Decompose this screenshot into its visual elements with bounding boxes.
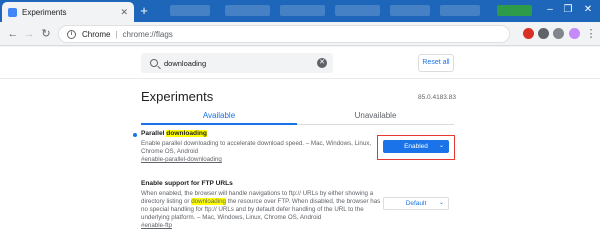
search-highlight: downloading: [166, 130, 207, 137]
tab-available[interactable]: Available: [141, 107, 297, 125]
maximize-button[interactable]: ❐: [560, 3, 576, 17]
select-value: Enabled: [404, 143, 428, 150]
background-tab[interactable]: [497, 5, 532, 16]
experiments-favicon-icon: [8, 7, 17, 17]
chevron-down-icon: ⌄: [438, 200, 444, 206]
url-separator: |: [115, 29, 118, 39]
site-info-icon[interactable]: i: [67, 29, 76, 39]
search-value: downloading: [164, 58, 207, 68]
search-flags-input[interactable]: downloading ✕: [141, 53, 333, 73]
tab-experiments[interactable]: Experiments ✕: [2, 2, 134, 22]
menu-kebab-icon[interactable]: ⋮: [584, 27, 598, 41]
address-bar[interactable]: i Chrome | chrome://flags: [58, 25, 510, 43]
enable-ftp-select[interactable]: Default ⌄: [383, 197, 449, 210]
minimize-button[interactable]: –: [542, 3, 558, 17]
forward-button[interactable]: →: [22, 27, 36, 41]
reset-all-button[interactable]: Reset all: [418, 54, 454, 72]
background-tab[interactable]: [440, 5, 480, 16]
experiment-description: When enabled, the browser will handle na…: [141, 190, 381, 221]
experiment-name: Enable support for FTP URLs: [141, 180, 233, 187]
profile-avatar-icon[interactable]: [569, 28, 580, 39]
extension-icon[interactable]: [538, 28, 549, 39]
back-button[interactable]: ←: [6, 27, 20, 41]
tab-title: Experiments: [22, 7, 67, 17]
flags-page: downloading ✕ Reset all Experiments 85.0…: [0, 47, 600, 249]
background-tab[interactable]: [390, 5, 430, 16]
experiment-enable-ftp: Enable support for FTP URLs When enabled…: [141, 180, 381, 230]
experiment-permalink[interactable]: #enable-ftp: [141, 222, 381, 230]
tab-strip: Experiments ✕ + – ❐ ✕: [0, 0, 600, 22]
site-label: Chrome: [82, 29, 111, 39]
search-header: downloading ✕ Reset all: [0, 47, 600, 79]
experiment-description: Enable parallel downloading to accelerat…: [141, 140, 372, 155]
modified-indicator: [133, 133, 137, 137]
tab-unavailable[interactable]: Unavailable: [297, 107, 454, 125]
close-window-button[interactable]: ✕: [580, 3, 596, 17]
adblock-extension-icon[interactable]: [523, 28, 534, 39]
background-tab[interactable]: [335, 5, 380, 16]
background-tab[interactable]: [170, 5, 210, 16]
experiment-parallel-downloading: Parallel downloading Enable parallel dow…: [141, 130, 381, 164]
parallel-downloading-select[interactable]: Enabled ⌄: [383, 140, 449, 153]
clear-search-icon[interactable]: ✕: [317, 58, 327, 68]
page-title: Experiments: [141, 89, 214, 104]
new-tab-button[interactable]: +: [137, 4, 151, 18]
browser-toolbar: ← → ↻ i Chrome | chrome://flags ⋮: [0, 22, 600, 46]
chevron-down-icon: ⌄: [438, 143, 444, 149]
background-tab[interactable]: [280, 5, 325, 16]
search-highlight: downloading: [191, 198, 226, 205]
close-tab-icon[interactable]: ✕: [120, 7, 128, 18]
url-text: chrome://flags: [122, 29, 173, 39]
version-label: 85.0.4183.83: [418, 94, 456, 101]
background-tab[interactable]: [225, 5, 270, 16]
select-value: Default: [405, 200, 427, 207]
reload-button[interactable]: ↻: [39, 27, 53, 41]
puzzle-extension-icon[interactable]: [553, 28, 564, 39]
experiment-permalink[interactable]: #enable-parallel-downloading: [141, 156, 381, 164]
experiment-name: Parallel downloading: [141, 130, 207, 137]
search-icon: [150, 59, 158, 67]
